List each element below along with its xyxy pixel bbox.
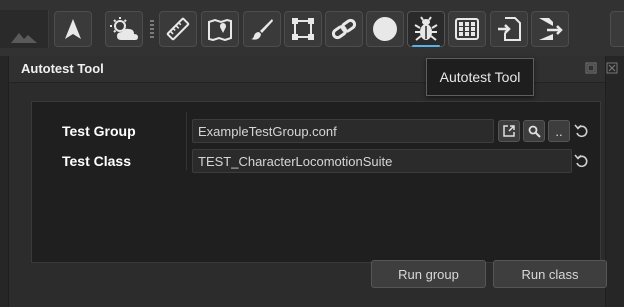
link-button[interactable]: [325, 11, 363, 47]
open-external-icon: [503, 125, 515, 137]
test-settings-area: Test Group Test Class ExampleTestGroup.c…: [31, 101, 601, 263]
import-icon: [498, 17, 521, 41]
ruler-icon: [166, 17, 190, 41]
link-chain-icon: [331, 18, 357, 40]
autotest-button[interactable]: [407, 11, 445, 47]
close-icon: [606, 62, 618, 74]
circle-icon: [373, 17, 397, 41]
reset-icon: [574, 154, 588, 168]
grid-icon: [455, 18, 479, 40]
right-dock-strip: [605, 56, 624, 307]
import-button[interactable]: [490, 11, 528, 47]
label-divider: [186, 112, 187, 170]
close-panel-button[interactable]: [606, 62, 618, 74]
bounding-box-button[interactable]: [284, 11, 322, 47]
left-dock-strip: [0, 56, 8, 307]
test-class-field[interactable]: TEST_CharacterLocomotionSuite: [192, 149, 572, 173]
grid-button[interactable]: [448, 11, 486, 47]
browse-label: ..: [555, 123, 563, 139]
run-class-button[interactable]: Run class: [493, 260, 607, 288]
test-class-value: TEST_CharacterLocomotionSuite: [198, 154, 393, 169]
navigation-button[interactable]: [54, 11, 92, 47]
search-icon: [528, 125, 541, 138]
export-icon: [539, 18, 563, 40]
undock-icon: [585, 62, 597, 74]
navigation-arrow-icon: [65, 19, 81, 39]
ruler-button[interactable]: [159, 11, 197, 47]
test-group-label: Test Group: [62, 123, 136, 139]
browse-button[interactable]: ..: [548, 120, 570, 142]
test-group-field[interactable]: ExampleTestGroup.conf: [192, 119, 494, 143]
mountains-icon: [11, 33, 37, 43]
test-class-reset-button[interactable]: [573, 153, 589, 169]
undock-button[interactable]: [585, 62, 597, 74]
run-group-button[interactable]: Run group: [371, 260, 486, 288]
bug-icon: [414, 16, 438, 41]
test-group-value: ExampleTestGroup.conf: [198, 124, 337, 139]
export-button[interactable]: [531, 11, 569, 47]
toolbar-overflow[interactable]: [610, 11, 624, 47]
map-button[interactable]: [201, 11, 239, 47]
circle-button[interactable]: [366, 11, 404, 47]
toolbar-left-area: [0, 10, 49, 48]
weather-button[interactable]: [105, 11, 143, 47]
open-file-button[interactable]: [498, 120, 520, 142]
panel-title: Autotest Tool: [21, 61, 104, 76]
autotest-tooltip: Autotest Tool: [426, 58, 534, 96]
search-button[interactable]: [523, 120, 545, 142]
map-icon: [208, 18, 232, 41]
test-group-reset-button[interactable]: [573, 123, 589, 139]
bounding-square-icon: [292, 18, 314, 40]
test-class-label: Test Class: [62, 153, 131, 169]
toolbar-grip[interactable]: [150, 20, 154, 40]
brush-button[interactable]: [243, 11, 281, 47]
weather-sun-cloud-icon: [110, 17, 138, 40]
main-toolbar: [0, 0, 624, 56]
reset-icon: [574, 124, 588, 138]
paint-brush-icon: [251, 19, 273, 40]
